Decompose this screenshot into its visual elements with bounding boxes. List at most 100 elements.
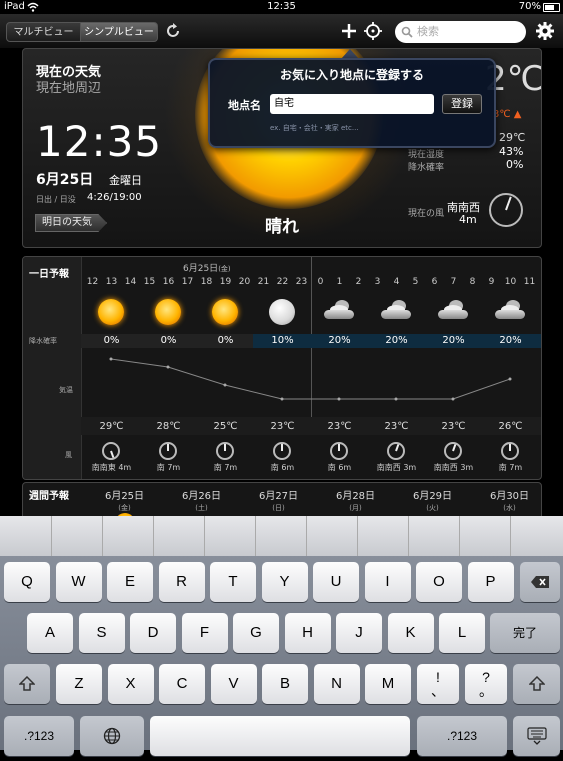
numbers-key-right[interactable]: .?123 xyxy=(417,716,507,756)
wind-needle xyxy=(452,444,457,452)
week-day-weekday: (金) xyxy=(118,504,131,512)
week-day-date: 6月29日 xyxy=(412,491,453,502)
key-f[interactable]: F xyxy=(181,613,228,653)
key-n[interactable]: N xyxy=(313,664,360,704)
wind-label: 現在の風 xyxy=(408,209,445,219)
hour-label: 13 xyxy=(105,277,118,287)
precip-value: 0% xyxy=(160,335,177,346)
wind-needle xyxy=(395,444,400,452)
hide-keyboard-key[interactable] xyxy=(513,716,560,756)
key-s[interactable]: S xyxy=(78,613,125,653)
hourly-date-value: 6月25日 xyxy=(183,264,219,274)
popover-hint: ex. 自宅・会社・実家 etc... xyxy=(270,124,359,132)
key-x[interactable]: X xyxy=(107,664,154,704)
cloud-shape xyxy=(377,297,415,323)
crosshair-icon[interactable] xyxy=(364,22,382,40)
hour-label: 4 xyxy=(393,277,400,287)
hourly-title: 一日予報 xyxy=(29,269,69,280)
register-button[interactable]: 登録 xyxy=(442,94,482,114)
globe-key[interactable] xyxy=(80,716,144,756)
key-y[interactable]: Y xyxy=(261,562,308,602)
shift-key-left[interactable] xyxy=(4,664,50,704)
key-t[interactable]: T xyxy=(210,562,256,602)
question-top: ? xyxy=(482,669,490,685)
question-key[interactable]: ?。 xyxy=(465,664,507,704)
precip-value: 0% xyxy=(103,335,120,346)
precip-value: 10% xyxy=(271,335,294,346)
key-c[interactable]: C xyxy=(159,664,205,704)
cloud-shape xyxy=(491,297,529,323)
humidity-label: 現在湿度 xyxy=(408,150,445,160)
wind-value: 南南西 3m xyxy=(433,463,474,472)
key-o[interactable]: O xyxy=(416,562,462,602)
key-m[interactable]: M xyxy=(365,664,411,704)
key-p[interactable]: P xyxy=(467,562,514,602)
key-q[interactable]: Q xyxy=(4,562,50,602)
sun-icon xyxy=(148,297,188,327)
popover-title: お気に入り地点に登録する xyxy=(279,68,424,82)
key-h[interactable]: H xyxy=(284,613,331,653)
hour-label: 9 xyxy=(488,277,495,287)
key-j[interactable]: J xyxy=(336,613,382,653)
numbers-key-left[interactable]: .?123 xyxy=(4,716,74,756)
refresh-icon[interactable] xyxy=(164,22,182,40)
week-day-weekday: (土) xyxy=(195,504,208,512)
simple-view-tab[interactable]: シンプルビュー xyxy=(80,22,158,42)
tomorrow-weather-button[interactable]: 明日の天気 xyxy=(35,214,107,232)
wind-dial-icon xyxy=(489,193,523,227)
wind-needle xyxy=(509,444,511,451)
wind-speed: 4m xyxy=(459,213,477,226)
hour-label: 2 xyxy=(355,277,362,287)
shift-icon xyxy=(527,675,546,691)
week-day-weekday: (月) xyxy=(349,504,362,512)
backspace-key[interactable] xyxy=(520,562,560,602)
cloud-icon xyxy=(319,297,359,327)
hour-label: 21 xyxy=(257,277,270,287)
key-a[interactable]: A xyxy=(27,613,73,653)
current-condition: 晴れ xyxy=(265,217,299,237)
candidate-divider xyxy=(306,516,307,556)
exclaim-key[interactable]: !、 xyxy=(417,664,459,704)
candidate-divider xyxy=(102,516,103,556)
location-name-input[interactable]: 自宅 xyxy=(270,94,434,114)
key-r[interactable]: R xyxy=(158,562,205,602)
current-weekday: 金曜日 xyxy=(109,174,142,187)
key-b[interactable]: B xyxy=(262,664,308,704)
wind-value: 南南西 3m xyxy=(376,463,417,472)
key-k[interactable]: K xyxy=(387,613,434,653)
done-key[interactable]: 完了 xyxy=(490,613,560,653)
candidate-divider xyxy=(204,516,205,556)
hour-label: 20 xyxy=(238,277,251,287)
key-d[interactable]: D xyxy=(130,613,176,653)
shift-key-right[interactable] xyxy=(513,664,560,704)
key-w[interactable]: W xyxy=(55,562,102,602)
status-time: 12:35 xyxy=(267,1,296,12)
key-g[interactable]: G xyxy=(233,613,279,653)
key-l[interactable]: L xyxy=(439,613,485,653)
hour-label: 23 xyxy=(295,277,308,287)
search-input[interactable]: 検索 xyxy=(395,21,526,43)
space-key[interactable] xyxy=(150,716,410,756)
key-v[interactable]: V xyxy=(210,664,257,704)
key-e[interactable]: E xyxy=(107,562,153,602)
exclaim-bottom: 、 xyxy=(431,683,445,699)
hour-label: 11 xyxy=(523,277,536,287)
temp-value: 23℃ xyxy=(327,421,352,432)
sun-icon xyxy=(91,297,131,327)
multi-view-tab[interactable]: マルチビュー xyxy=(6,22,81,42)
plus-icon[interactable] xyxy=(340,22,358,40)
wind-value: 南 7m xyxy=(498,463,523,472)
key-i[interactable]: I xyxy=(364,562,411,602)
wind-value: 南 7m xyxy=(213,463,238,472)
key-u[interactable]: U xyxy=(313,562,359,602)
hour-label: 1 xyxy=(336,277,343,287)
hour-label: 18 xyxy=(200,277,213,287)
toolbar: マルチビュー シンプルビュー 検索 xyxy=(0,14,563,49)
week-day-date: 6月30日 xyxy=(489,491,530,502)
key-z[interactable]: Z xyxy=(56,664,102,704)
cloud-part xyxy=(495,310,525,319)
gear-icon[interactable] xyxy=(535,21,555,41)
wind-row-label: 風 xyxy=(65,451,72,459)
wind-dial-icon xyxy=(444,442,462,460)
hour-label: 22 xyxy=(276,277,289,287)
